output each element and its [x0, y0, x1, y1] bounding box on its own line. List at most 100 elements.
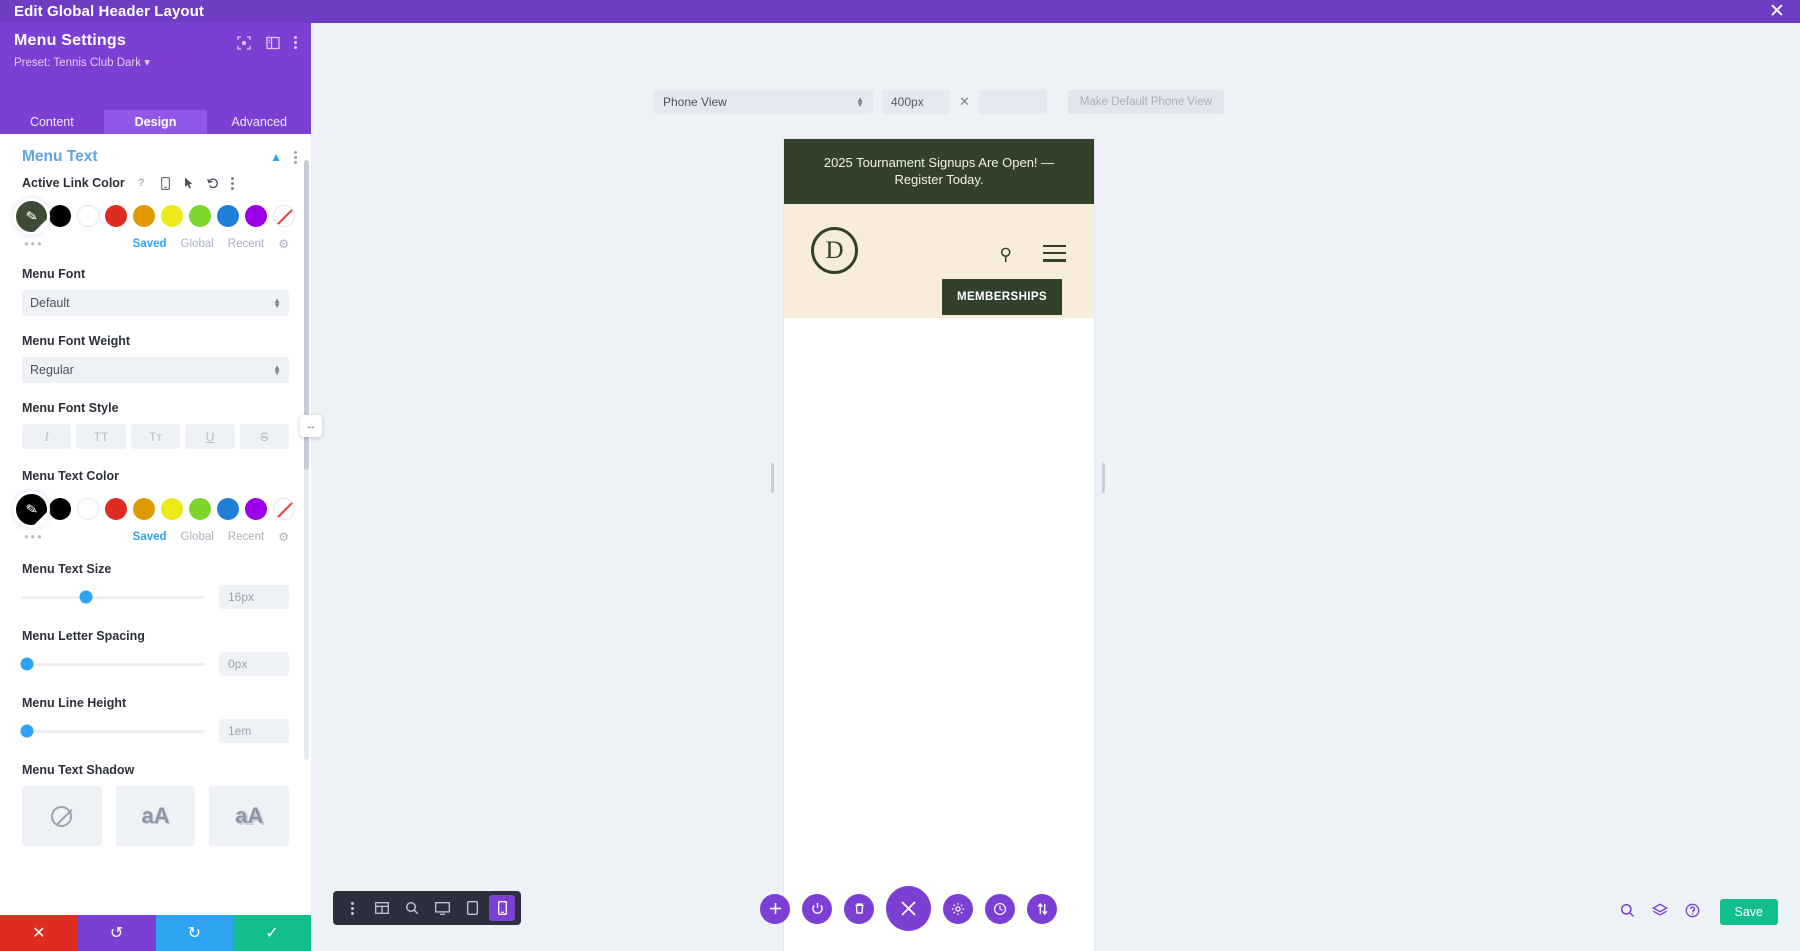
tab-content[interactable]: Content	[0, 110, 104, 134]
palette-more-icon[interactable]: •••	[24, 236, 44, 251]
swatch-red[interactable]	[105, 498, 127, 520]
uppercase-button[interactable]: TT	[76, 424, 125, 449]
settings-button[interactable]	[943, 894, 973, 924]
underline-button[interactable]: U	[185, 424, 234, 449]
swatch-blue[interactable]	[217, 205, 239, 227]
selected-color-swatch[interactable]: ✎	[16, 201, 47, 232]
menu-text-size-input[interactable]: 16px	[219, 585, 289, 609]
shadow-strong-option[interactable]: aA	[209, 786, 289, 846]
undo-button[interactable]: ↺	[78, 915, 156, 951]
group-title: Menu Text	[22, 148, 98, 166]
layout-panel-icon[interactable]	[265, 35, 280, 50]
palette-tab-global[interactable]: Global	[181, 238, 214, 250]
menu-font-weight-select[interactable]: Regular ▲▼	[22, 357, 289, 383]
field-label: Menu Text Size	[22, 562, 111, 576]
make-default-phone-view-button[interactable]: Make Default Phone View	[1068, 90, 1224, 114]
zoom-out-view-icon[interactable]	[399, 895, 425, 921]
menu-line-height-slider[interactable]	[22, 724, 205, 738]
swatch-blue[interactable]	[217, 498, 239, 520]
selected-color-swatch[interactable]: ✎	[16, 494, 47, 525]
preset-label: Preset: Tennis Club Dark	[14, 57, 144, 69]
canvas-resize-grip-right[interactable]	[1102, 463, 1105, 493]
site-logo[interactable]: D	[811, 227, 858, 274]
hover-cursor-icon[interactable]	[183, 176, 196, 190]
kebab-menu-icon[interactable]	[231, 177, 234, 190]
swatch-transparent[interactable]	[273, 498, 295, 520]
redo-button[interactable]: ↻	[156, 915, 234, 951]
panel-preset[interactable]: Preset: Tennis Club Dark ▾	[14, 55, 297, 69]
gear-icon[interactable]: ⚙	[278, 530, 289, 544]
swatch-white[interactable]	[77, 498, 99, 520]
memberships-cta-button[interactable]: MEMBERSHIPS	[942, 279, 1062, 315]
viewport-width-input[interactable]: 400px	[882, 90, 950, 114]
desktop-view-icon[interactable]	[429, 895, 455, 921]
history-button[interactable]	[985, 894, 1015, 924]
save-button[interactable]: Save	[1720, 899, 1779, 925]
field-label: Active Link Color	[22, 176, 125, 190]
swatch-black[interactable]	[49, 205, 71, 227]
chevron-up-icon[interactable]: ▲	[270, 150, 282, 164]
palette-tab-recent[interactable]: Recent	[228, 531, 264, 543]
swatch-green[interactable]	[189, 205, 211, 227]
swatch-green[interactable]	[189, 498, 211, 520]
layers-icon[interactable]	[1652, 903, 1668, 921]
field-label: Menu Font Weight	[22, 334, 130, 348]
menu-letter-spacing-slider[interactable]	[22, 657, 205, 671]
palette-tab-saved[interactable]: Saved	[133, 531, 167, 543]
power-toggle-button[interactable]	[802, 894, 832, 924]
kebab-menu-icon[interactable]	[294, 36, 297, 49]
menu-font-select[interactable]: Default ▲▼	[22, 290, 289, 316]
palette-more-icon[interactable]: •••	[24, 529, 44, 544]
wireframe-view-icon[interactable]	[369, 895, 395, 921]
phone-view-icon[interactable]	[489, 895, 515, 921]
palette-tab-saved[interactable]: Saved	[133, 238, 167, 250]
palette-tab-recent[interactable]: Recent	[228, 238, 264, 250]
canvas-resize-grip-left[interactable]	[771, 463, 774, 493]
add-section-button[interactable]	[760, 894, 790, 924]
kebab-menu-icon[interactable]	[294, 151, 297, 164]
tab-design[interactable]: Design	[104, 110, 208, 134]
portability-button[interactable]	[1027, 894, 1057, 924]
close-builder-button[interactable]	[886, 886, 931, 931]
target-icon[interactable]	[236, 35, 251, 50]
gear-icon[interactable]: ⚙	[278, 237, 289, 251]
strikethrough-button[interactable]: S	[240, 424, 289, 449]
help-icon[interactable]: ?	[135, 176, 148, 190]
tablet-view-icon[interactable]	[459, 895, 485, 921]
save-button[interactable]: ✓	[233, 915, 311, 951]
help-icon[interactable]	[1685, 903, 1700, 921]
menu-letter-spacing-input[interactable]: 0px	[219, 652, 289, 676]
shadow-light-option[interactable]: aA	[116, 786, 196, 846]
cancel-button[interactable]: ✕	[0, 915, 78, 951]
swatch-transparent[interactable]	[273, 205, 295, 227]
color-palette-menu-text: ✎	[16, 492, 289, 526]
reset-icon[interactable]	[207, 176, 220, 190]
swatch-purple[interactable]	[245, 205, 267, 227]
italic-button[interactable]: I	[22, 424, 71, 449]
swatch-black[interactable]	[49, 498, 71, 520]
palette-tab-global[interactable]: Global	[181, 531, 214, 543]
swatch-yellow[interactable]	[161, 498, 183, 520]
capitalize-button[interactable]: Tᴛ	[131, 424, 180, 449]
tab-advanced[interactable]: Advanced	[207, 110, 311, 134]
swatch-yellow[interactable]	[161, 205, 183, 227]
menu-text-size-slider[interactable]	[22, 590, 205, 604]
trash-button[interactable]	[844, 894, 874, 924]
search-icon[interactable]	[1620, 903, 1635, 921]
swatch-white[interactable]	[77, 205, 99, 227]
panel-resize-handle[interactable]: ↔	[300, 415, 322, 437]
hamburger-menu-icon[interactable]	[1043, 245, 1066, 267]
kebab-menu-icon[interactable]	[339, 895, 365, 921]
swatch-orange[interactable]	[133, 205, 155, 227]
swatch-orange[interactable]	[133, 498, 155, 520]
viewport-height-input[interactable]	[979, 90, 1047, 114]
view-mode-select[interactable]: Phone View ▲▼	[653, 90, 873, 114]
search-icon[interactable]: ⚲	[1000, 245, 1012, 265]
close-icon[interactable]: ✕	[1764, 0, 1790, 23]
swatch-purple[interactable]	[245, 498, 267, 520]
menu-line-height-input[interactable]: 1em	[219, 719, 289, 743]
shadow-none-option[interactable]	[22, 786, 102, 846]
mobile-icon[interactable]	[159, 176, 172, 190]
swatch-red[interactable]	[105, 205, 127, 227]
menu-font-weight-value: Regular	[30, 363, 74, 377]
